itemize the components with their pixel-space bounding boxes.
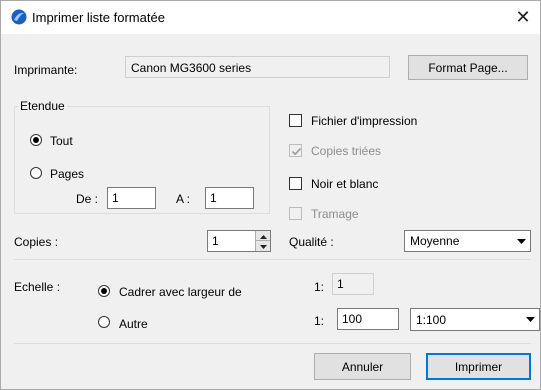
ratio1-value: 1 xyxy=(337,277,344,291)
print-button[interactable]: Imprimer xyxy=(426,353,531,380)
window-title: Imprimer liste formatée xyxy=(32,10,165,25)
quality-select[interactable]: Moyenne xyxy=(404,230,531,252)
ratio1-field: 1 xyxy=(332,273,374,295)
print-file-label[interactable]: Fichier d'impression xyxy=(311,114,417,128)
range-legend: Etendue xyxy=(18,99,67,113)
format-page-button[interactable]: Format Page... xyxy=(408,55,528,80)
to-label: A : xyxy=(176,192,191,206)
ratio2-prefix: 1: xyxy=(314,314,325,328)
scale-label: Echelle : xyxy=(14,280,61,294)
from-label: De : xyxy=(76,192,99,206)
format-page-button-label: Format Page... xyxy=(428,60,508,75)
ratio-select-value: 1:100 xyxy=(416,312,447,327)
copies-input[interactable]: 1 xyxy=(207,230,271,252)
spin-down-icon xyxy=(260,245,267,249)
ratio2-input[interactable]: 100 xyxy=(337,308,399,330)
quality-value: Moyenne xyxy=(410,234,460,248)
spin-up-button[interactable] xyxy=(255,231,270,241)
scale-fit-width-label[interactable]: Cadrer avec largeur de xyxy=(119,285,242,299)
spin-down-button[interactable] xyxy=(255,241,270,251)
scale-fit-width-radio[interactable] xyxy=(98,285,110,297)
range-pages-radio[interactable] xyxy=(30,167,42,179)
ratio2-value: 100 xyxy=(342,312,363,326)
range-pages-label[interactable]: Pages xyxy=(50,167,84,181)
close-icon: ✕ xyxy=(515,6,531,27)
printer-label: Imprimante: xyxy=(14,63,78,77)
range-all-label[interactable]: Tout xyxy=(50,134,73,148)
to-page-value: 1 xyxy=(210,191,217,205)
quality-label: Qualité : xyxy=(289,235,334,249)
from-page-value: 1 xyxy=(112,191,119,205)
chevron-down-icon xyxy=(513,231,530,251)
chevron-down-icon xyxy=(522,309,539,330)
cancel-button[interactable]: Annuler xyxy=(314,353,411,380)
title-bar: Imprimer liste formatée ✕ xyxy=(1,1,540,34)
scale-other-radio[interactable] xyxy=(98,316,110,328)
print-dialog: Imprimer liste formatée ✕ Imprimante: Ca… xyxy=(0,0,541,390)
to-page-input[interactable]: 1 xyxy=(205,187,254,209)
print-button-label: Imprimer xyxy=(454,359,503,374)
black-white-label[interactable]: Noir et blanc xyxy=(311,177,378,191)
cancel-button-label: Annuler xyxy=(341,359,384,374)
ratio1-prefix: 1: xyxy=(314,280,325,294)
printer-name-field: Canon MG3600 series xyxy=(125,56,390,78)
check-icon xyxy=(291,147,302,156)
copies-value: 1 xyxy=(212,234,219,248)
close-button[interactable]: ✕ xyxy=(510,5,536,29)
footer-separator xyxy=(14,343,531,344)
range-all-radio[interactable] xyxy=(30,134,42,146)
scale-separator-top xyxy=(14,259,531,260)
dithering-label: Tramage xyxy=(311,207,359,221)
scale-other-label[interactable]: Autre xyxy=(119,317,148,331)
print-file-checkbox[interactable] xyxy=(289,114,302,127)
printer-name: Canon MG3600 series xyxy=(131,61,252,75)
collated-label: Copies triées xyxy=(311,144,382,158)
app-logo-icon xyxy=(11,9,27,25)
copies-label: Copies : xyxy=(14,235,59,249)
black-white-checkbox[interactable] xyxy=(289,177,302,190)
collated-checkbox xyxy=(289,144,302,157)
dithering-checkbox xyxy=(289,207,302,220)
ratio-select[interactable]: 1:100 xyxy=(410,308,540,331)
from-page-input[interactable]: 1 xyxy=(107,187,156,209)
